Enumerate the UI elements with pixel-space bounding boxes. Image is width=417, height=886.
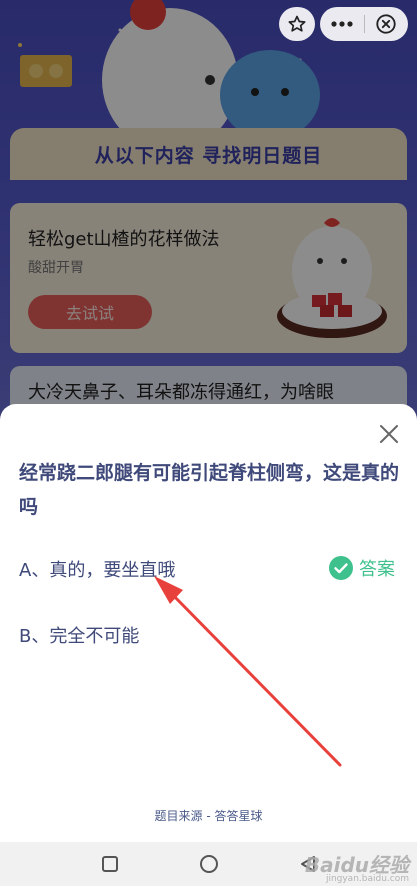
answer-badge: 答案 bbox=[329, 555, 395, 581]
more-icon bbox=[331, 21, 353, 27]
more-button[interactable] bbox=[321, 7, 364, 41]
answer-label: 答案 bbox=[359, 559, 395, 580]
favorite-button[interactable] bbox=[279, 7, 315, 41]
option-a[interactable]: A、真的，要坐直哦 bbox=[19, 556, 175, 582]
circle-icon bbox=[199, 855, 218, 873]
modal-overlay[interactable] bbox=[0, 0, 417, 420]
option-b[interactable]: B、完全不可能 bbox=[19, 622, 139, 648]
close-circle-icon bbox=[376, 14, 396, 34]
mini-program-capsule bbox=[320, 7, 408, 41]
baidu-jingyan-watermark: Baidu经验 jingyan.baidu.com bbox=[305, 849, 409, 884]
check-circle-icon bbox=[329, 556, 353, 580]
background-page: 从以下内容 寻找明日题目 轻松get山楂的花样做法 酸甜开胃 去试试 大冷天鼻子… bbox=[0, 0, 417, 420]
home-button[interactable] bbox=[189, 844, 229, 884]
question-source: 题目来源 - 答答星球 bbox=[154, 809, 263, 823]
exit-button[interactable] bbox=[365, 7, 408, 41]
close-icon[interactable] bbox=[377, 422, 401, 446]
recents-button[interactable] bbox=[90, 844, 130, 884]
question-sheet: 经常跷二郎腿有可能引起脊柱侧弯，这是真的吗 A、真的，要坐直哦 答案 B、完全不… bbox=[0, 404, 417, 842]
star-icon bbox=[288, 15, 306, 32]
square-icon bbox=[101, 856, 118, 872]
question-text: 经常跷二郎腿有可能引起脊柱侧弯，这是真的吗 bbox=[19, 462, 400, 518]
